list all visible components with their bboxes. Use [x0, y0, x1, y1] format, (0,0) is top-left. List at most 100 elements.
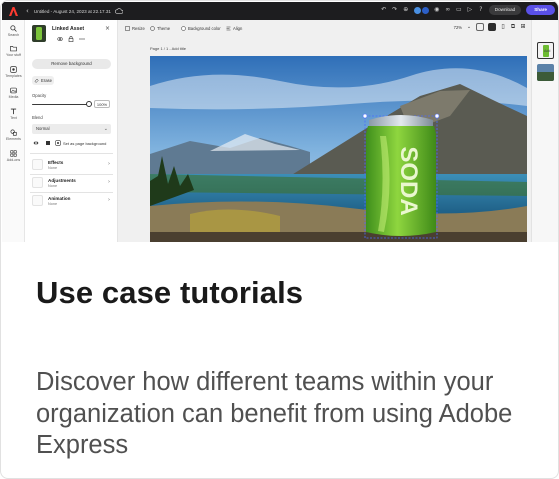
set-page-background-link[interactable]: Set as page background — [63, 141, 106, 146]
share-button[interactable]: Share — [526, 5, 555, 15]
rail-label: Templates — [5, 74, 22, 78]
section-subtitle: None — [48, 202, 58, 206]
tutorial-card[interactable]: ‹ Untitled - August 24, 2023 at 22.17.31… — [0, 0, 559, 479]
document-title[interactable]: Untitled - August 24, 2023 at 22.17.31 — [34, 9, 111, 14]
adobe-express-logo-icon — [9, 6, 18, 16]
flip-horizontal-icon[interactable] — [33, 140, 39, 146]
add-page-label[interactable]: Add — [544, 49, 550, 53]
present-icon[interactable]: ▷ — [467, 7, 473, 13]
rail-item-media[interactable]: Media — [2, 87, 25, 99]
add-page-icon[interactable]: ⊞ — [520, 24, 526, 30]
blend-mode-select[interactable]: Normal ⌄ — [32, 124, 111, 134]
divider — [30, 192, 113, 193]
align-icon — [226, 26, 231, 31]
opacity-input[interactable]: 100% — [94, 100, 110, 108]
crop-icon[interactable] — [45, 140, 51, 146]
more-icon[interactable] — [79, 36, 85, 42]
erase-label: Erase — [41, 78, 52, 83]
remove-background-button[interactable]: Remove background — [32, 59, 111, 69]
blend-label: Blend — [32, 115, 43, 120]
align-tool[interactable]: Align — [226, 25, 242, 32]
rail-item-add-ons[interactable]: Add-ons — [2, 150, 25, 162]
rail-item-text[interactable]: Text — [2, 108, 25, 120]
section-title: Animation — [48, 196, 71, 201]
addons-icon — [10, 150, 17, 157]
close-icon[interactable]: × — [105, 25, 110, 32]
link-icon[interactable]: ∞ — [445, 7, 451, 13]
section-subtitle: None — [48, 184, 58, 188]
top-bar: ‹ Untitled - August 24, 2023 at 22.17.31… — [2, 2, 558, 20]
chevron-down-icon: ⌄ — [103, 126, 108, 132]
page-thumbnail[interactable] — [537, 64, 554, 81]
duplicate-icon[interactable]: ⧉ — [510, 24, 516, 30]
rail-item-templates[interactable]: Templates — [2, 66, 25, 78]
grid-view-icon[interactable] — [476, 23, 484, 31]
rail-label: Text — [10, 116, 17, 120]
canvas-area: Resize Theme Background color Align 72% … — [118, 20, 531, 242]
layers-icon[interactable] — [488, 23, 496, 31]
chevron-down-icon[interactable]: ⌄ — [466, 24, 472, 30]
background-color-label: Background color — [188, 26, 221, 31]
eraser-icon — [34, 78, 39, 83]
asset-thumbnail — [32, 25, 46, 42]
avatar[interactable] — [413, 6, 421, 14]
section-title: Effects — [48, 160, 64, 165]
panel-title: Linked Asset — [52, 26, 85, 32]
effects-icon — [32, 159, 43, 170]
add-person-icon[interactable]: ⊕ — [403, 7, 409, 13]
trash-icon[interactable]: ▯ — [500, 24, 506, 30]
card-description: Discover how different teams within your… — [36, 368, 513, 459]
top-bar-actions: ↶ ↷ ⊕ ◉ ∞ ▭ ▷ ? Download Share — [381, 5, 555, 15]
adjustments-icon — [32, 177, 43, 188]
blend-mode-value: Normal — [36, 126, 50, 131]
templates-icon — [10, 66, 17, 73]
resize-icon — [125, 26, 130, 31]
zoom-level[interactable]: 72% — [454, 25, 462, 30]
elements-icon — [10, 129, 17, 136]
resize-label: Resize — [132, 26, 145, 31]
lock-icon[interactable] — [68, 36, 74, 42]
opacity-slider[interactable] — [32, 104, 89, 106]
media-icon — [10, 87, 17, 94]
cloud-icon — [114, 8, 123, 14]
background-color-tool[interactable]: Background color — [181, 25, 221, 32]
color-circle-icon — [181, 26, 186, 31]
rail-label: Add-ons — [6, 158, 21, 162]
opacity-slider-handle[interactable] — [86, 101, 92, 107]
text-icon — [10, 108, 17, 115]
rail-item-elements[interactable]: Elements — [2, 129, 25, 141]
page-background-icon[interactable] — [55, 140, 61, 146]
rail-label: Your stuff — [6, 53, 21, 57]
can-label: SODA — [395, 146, 422, 215]
erase-button[interactable]: Erase — [32, 76, 54, 85]
chevron-right-icon: › — [108, 197, 110, 203]
theme-tool[interactable]: Theme — [150, 25, 170, 32]
opacity-label: Opacity — [32, 93, 47, 98]
app-screenshot: ‹ Untitled - August 24, 2023 at 22.17.31… — [2, 2, 558, 242]
help-icon[interactable]: ? — [478, 7, 484, 13]
page-label: Page 1 / 1 - Add title — [150, 46, 187, 51]
rail-item-search[interactable]: Search — [2, 25, 25, 37]
resize-tool[interactable]: Resize — [125, 25, 145, 32]
rail-item-your-stuff[interactable]: Your stuff — [2, 45, 25, 57]
pages-strip: Add — [531, 20, 558, 242]
download-button[interactable]: Download — [488, 5, 522, 15]
avatar[interactable] — [421, 6, 429, 14]
canvas-controls: 72% ⌄ ▯ ⧉ ⊞ — [454, 23, 526, 31]
section-subtitle: None — [48, 166, 58, 170]
section-title: Adjustments — [48, 178, 76, 183]
rail-label: Search — [7, 33, 20, 37]
design-photo[interactable]: SODA — [150, 56, 527, 242]
comment-icon[interactable]: ▭ — [456, 7, 462, 13]
redo-icon[interactable]: ↷ — [392, 7, 398, 13]
undo-icon[interactable]: ↶ — [381, 7, 387, 13]
back-icon[interactable]: ‹ — [26, 7, 29, 15]
properties-panel: Linked Asset × Remove background Erase O… — [25, 20, 118, 242]
card-heading[interactable]: Use case tutorials — [36, 275, 303, 311]
divider — [30, 174, 113, 175]
left-rail: Search Your stuff Templates Media Text E… — [2, 20, 25, 242]
rail-label: Elements — [6, 137, 21, 141]
location-icon[interactable]: ◉ — [434, 7, 440, 13]
folder-icon — [10, 46, 17, 52]
link-icon[interactable] — [57, 36, 63, 42]
